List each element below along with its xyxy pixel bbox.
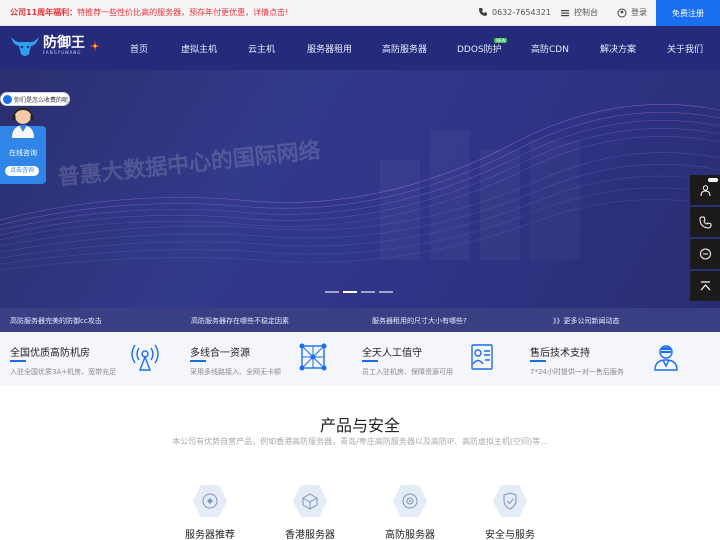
product-label: 香港服务器 <box>285 530 335 540</box>
register-button[interactable]: 免费注册 <box>656 0 720 26</box>
network-nodes-icon <box>299 343 327 371</box>
bull-logo-icon <box>11 37 39 56</box>
nav-item-cdn[interactable]: 高防CDN <box>531 42 569 55</box>
phone-number: 0632-7654321 <box>492 7 551 17</box>
feature-title: 全天人工值守 <box>362 348 422 359</box>
profile-card-icon <box>471 344 493 370</box>
promo-text: 特推荐一些性价比高的服务器，预存年付更优惠，详情点击! <box>77 8 289 17</box>
nav-item-ddos-server[interactable]: 高防服务器 <box>382 42 427 55</box>
wave-lines-graphic <box>0 104 720 271</box>
feature-desc: 员工入驻机房、保障资源可用 <box>362 368 453 376</box>
feature-card[interactable]: 多线合一资源 采用多线路接入、全网无卡顿 <box>180 332 350 386</box>
float-badge: • • • <box>708 178 718 182</box>
signal-tower-icon <box>131 344 159 371</box>
news-ticker: 高防服务器完美的防御cc攻击 高防服务器存在哪些不稳定因素 服务器租用的尺寸大小… <box>0 308 720 332</box>
nav-item-server-rental[interactable]: 服务器租用 <box>307 42 352 55</box>
product-label: 安全与服务 <box>485 530 535 540</box>
target-icon <box>393 485 427 517</box>
consult-label: 在线咨询 <box>9 149 37 157</box>
login-link[interactable]: 登录 <box>617 7 647 18</box>
list-icon <box>561 9 569 16</box>
product-card[interactable]: 香港服务器 <box>265 484 355 540</box>
carousel-dot[interactable] <box>361 291 375 293</box>
carousel-dot-active[interactable] <box>343 291 357 293</box>
nav-item-ddos-protection[interactable]: DDOS防护 <box>457 42 502 55</box>
console-link[interactable]: 控制台 <box>560 7 598 18</box>
news-item[interactable]: 高防服务器完美的防御cc攻击 <box>10 316 102 326</box>
feature-desc: 入驻全国优质3A+机房、宽带充足 <box>10 368 117 376</box>
phone-icon <box>479 8 487 16</box>
news-item[interactable]: 高防服务器存在哪些不稳定因素 <box>191 316 289 326</box>
sparkle-icon <box>89 40 101 52</box>
feature-divider <box>10 360 26 362</box>
news-more-link[interactable]: 》》更多公司新闻动态 <box>553 316 620 326</box>
nav-item-about[interactable]: 关于我们 <box>667 42 703 55</box>
feature-card[interactable]: 全国优质高防机房 入驻全国优质3A+机房、宽带充足 <box>0 332 170 386</box>
support-agent-icon <box>12 107 34 138</box>
page: 公司11周年福利：特推荐一些性价比高的服务器，预存年付更优惠，详情点击! 063… <box>0 0 720 540</box>
features-strip: 全国优质高防机房 入驻全国优质3A+机房、宽带充足 多线合一资源 采用多线路接入… <box>0 332 720 386</box>
products-subtitle: 本公司有优势自营产品，例如香港高防服务器，青岛/枣庄高防服务器以及高防IP、高防… <box>172 437 548 446</box>
arrow-up-icon <box>700 280 710 290</box>
chat-bubble-icon <box>699 248 711 259</box>
console-label: 控制台 <box>574 8 598 17</box>
feature-title: 售后技术支持 <box>530 348 590 359</box>
cube-icon <box>293 485 327 517</box>
feature-title: 多线合一资源 <box>190 348 250 359</box>
back-to-top-button[interactable] <box>690 271 720 301</box>
carousel-dot[interactable] <box>379 291 393 293</box>
feature-divider <box>362 360 378 362</box>
product-card[interactable]: 安全与服务 <box>465 484 555 540</box>
consult-button[interactable]: 点击咨询 <box>5 166 39 176</box>
products-title: 产品与安全 <box>319 416 400 435</box>
user-icon <box>617 8 627 17</box>
feature-title: 全国优质高防机房 <box>10 348 90 359</box>
promo-prefix: 公司11周年福利： <box>10 8 78 17</box>
phone-icon <box>698 216 711 229</box>
feature-divider <box>190 360 206 362</box>
product-card[interactable]: 服务器推荐 <box>165 484 255 540</box>
login-label: 登录 <box>631 8 647 17</box>
tech-support-icon <box>654 345 678 371</box>
carousel-dots <box>325 291 393 293</box>
float-qq-button[interactable] <box>690 239 720 269</box>
news-item[interactable]: 服务器租用的尺寸大小有哪些? <box>372 316 467 326</box>
shield-icon <box>493 485 527 517</box>
logo-sub: FANGYUWANG <box>43 50 82 55</box>
hero-banner[interactable]: 普惠大数据中心的国际网络 <box>0 70 720 308</box>
new-badge: NEW <box>494 38 508 43</box>
product-label: 服务器推荐 <box>185 530 235 540</box>
nav-item-solutions[interactable]: 解决方案 <box>600 42 636 55</box>
feature-desc: 7*24小时提供一对一售后服务 <box>530 368 624 376</box>
feature-card[interactable]: 售后技术支持 7*24小时提供一对一售后服务 <box>520 332 690 386</box>
feature-desc: 采用多线路接入、全网无卡顿 <box>190 368 281 376</box>
consult-box[interactable]: 在线咨询 点击咨询 <box>0 107 46 184</box>
product-label: 高防服务器 <box>385 530 435 540</box>
user-group-icon <box>700 184 710 196</box>
server-icon <box>193 485 227 517</box>
float-consult-button[interactable]: • • • <box>690 175 720 205</box>
nav-item-home[interactable]: 首页 <box>130 42 148 55</box>
nav-item-cloud-host[interactable]: 云主机 <box>248 42 275 55</box>
product-card[interactable]: 高防服务器 <box>365 484 455 540</box>
carousel-dot[interactable] <box>325 291 339 293</box>
top-bar: 公司11周年福利：特推荐一些性价比高的服务器，预存年付更优惠，详情点击! 063… <box>0 0 720 26</box>
float-phone-button[interactable] <box>690 207 720 237</box>
feature-divider <box>530 360 546 362</box>
phone-info: 0632-7654321 <box>478 7 551 17</box>
logo-name: 防御王 <box>43 35 85 51</box>
promo-link[interactable]: 公司11周年福利：特推荐一些性价比高的服务器，预存年付更优惠，详情点击! <box>10 7 288 18</box>
right-float-bar: • • • <box>690 175 720 303</box>
consult-widget: 你们是怎么收费的呢 在线咨询 点击咨询 <box>0 92 70 184</box>
main-nav: 防御王 FANGYUWANG 首页 虚拟主机 云主机 服务器租用 高防服务器 D… <box>0 26 720 70</box>
logo[interactable]: 防御王 FANGYUWANG <box>10 34 102 58</box>
feature-card[interactable]: 全天人工值守 员工入驻机房、保障资源可用 <box>352 332 522 386</box>
nav-item-virtual-host[interactable]: 虚拟主机 <box>181 42 217 55</box>
